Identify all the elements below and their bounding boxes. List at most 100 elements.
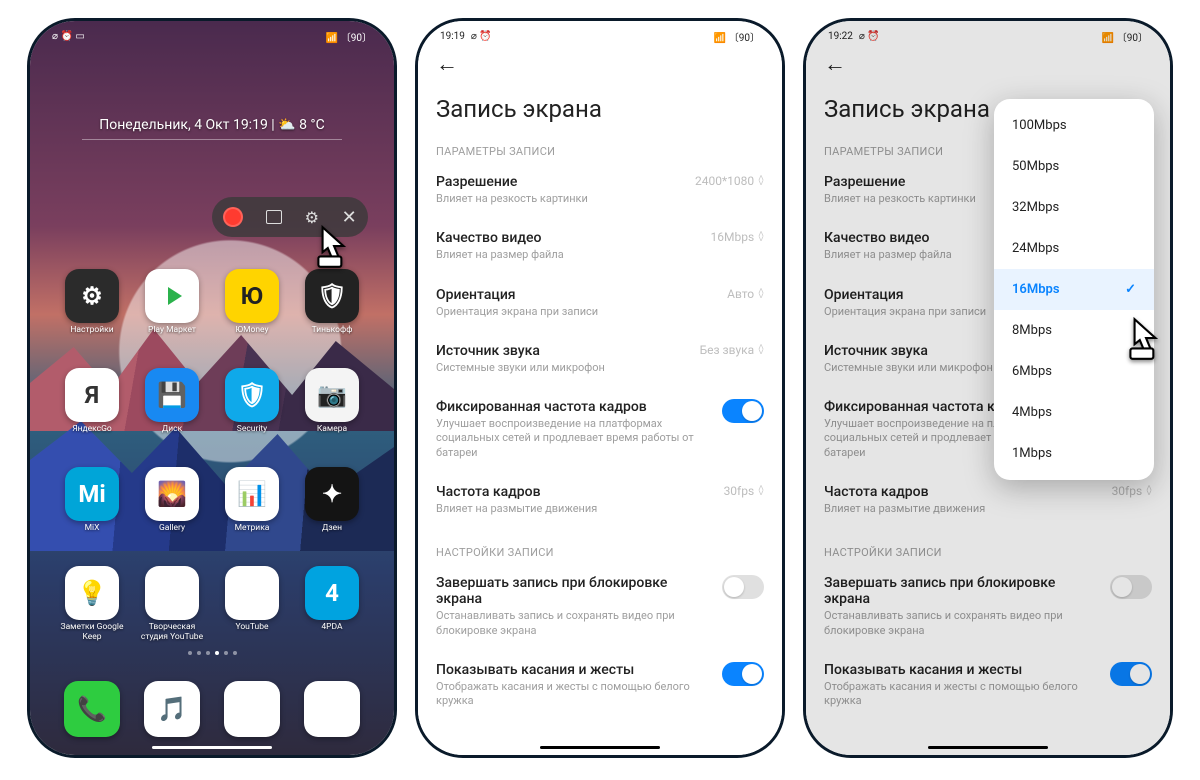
setting-value: 2400*1080˄˅ bbox=[695, 174, 764, 188]
app-диск[interactable]: 💾Диск bbox=[132, 368, 212, 457]
app-label: Метрика bbox=[235, 524, 270, 533]
setting-value: 16Mbps˄˅ bbox=[711, 230, 764, 244]
cursor-pointer-icon bbox=[312, 221, 354, 271]
app-mix[interactable]: Mi MiX bbox=[52, 467, 132, 556]
setting-row[interactable]: РазрешениеВлияет на резкость картинки240… bbox=[418, 162, 782, 218]
setting-title: Частота кадров bbox=[436, 484, 714, 500]
app-label: Настройки bbox=[70, 326, 113, 335]
setting-row[interactable]: Показывать касания и жесты Отображать кас… bbox=[806, 650, 1170, 721]
app-label: Security bbox=[237, 425, 267, 434]
toggle[interactable] bbox=[1110, 662, 1152, 686]
app-label: ЮMoney bbox=[235, 326, 268, 335]
app-icon[interactable]: ⚙ bbox=[65, 269, 119, 323]
dock-app[interactable]: O bbox=[304, 681, 360, 737]
dock-app[interactable]: 🎵 bbox=[144, 681, 200, 737]
bitrate-option[interactable]: 32Mbps bbox=[994, 187, 1154, 228]
app-label: YouTube bbox=[235, 623, 268, 632]
dock-app[interactable]: ✈ bbox=[224, 681, 280, 737]
setting-row[interactable]: Источник звукаСистемные звуки или микроф… bbox=[418, 331, 782, 387]
window-icon[interactable] bbox=[266, 210, 282, 224]
app-юmoney[interactable]: Ю ЮMoney bbox=[212, 269, 292, 358]
app-label: MiX bbox=[85, 524, 100, 533]
chevron-updown-icon: ˄˅ bbox=[1146, 486, 1152, 496]
setting-row[interactable]: ОриентацияОриентация экрана при записиАв… bbox=[418, 275, 782, 331]
app-label: Творческая студия YouTube bbox=[136, 623, 208, 642]
status-left-icons: ⌀ ⏰ bbox=[471, 31, 492, 42]
app-метрика[interactable]: 📊 Метрика bbox=[212, 467, 292, 556]
app-icon[interactable]: 📷 bbox=[305, 368, 359, 422]
status-right-icons: 📶 〔90〕 bbox=[714, 29, 760, 44]
setting-title: Завершать запись при блокировке экрана bbox=[436, 575, 712, 607]
app-icon[interactable]: Mi bbox=[65, 467, 119, 521]
setting-subtitle: Ориентация экрана при записи bbox=[436, 305, 717, 319]
bitrate-option[interactable]: 4Mbps bbox=[994, 392, 1154, 433]
app-label: Камера bbox=[317, 425, 347, 434]
toggle[interactable] bbox=[1110, 575, 1152, 599]
phone-settings-popup: 19:22 ⌀ ⏰ 📶 〔90〕 ← Запись экрана ПАРАМЕТ… bbox=[803, 18, 1173, 758]
app-icon[interactable]: 🛡 bbox=[305, 269, 359, 323]
app-icon[interactable]: ▶ bbox=[225, 566, 279, 620]
toggle[interactable] bbox=[722, 575, 764, 599]
phone-settings: 19:19 ⌀ ⏰ 📶 〔90〕 ← Запись экрана ПАРАМЕТ… bbox=[415, 18, 785, 758]
dock: 📞 🎵 ✈ O bbox=[30, 681, 394, 737]
app-яндексgo[interactable]: ЯЯндексGo bbox=[52, 368, 132, 457]
app-тинькофф[interactable]: 🛡 Тинькофф bbox=[292, 269, 372, 358]
setting-row[interactable]: Частота кадровВлияет на размытие движени… bbox=[806, 472, 1170, 528]
app-icon[interactable]: Ю bbox=[225, 269, 279, 323]
app-security[interactable]: 🛡 Security bbox=[212, 368, 292, 457]
settings-list: РазрешениеВлияет на резкость картинки240… bbox=[418, 162, 782, 528]
setting-row[interactable]: Фиксированная частота кадровУлучшает вос… bbox=[418, 387, 782, 472]
setting-row[interactable]: Завершать запись при блокировке экранаОс… bbox=[806, 563, 1170, 650]
bitrate-option[interactable]: 16Mbps bbox=[994, 269, 1154, 310]
setting-subtitle: Отображать касания и жесты с помощью бел… bbox=[824, 680, 1100, 709]
setting-title: Завершать запись при блокировке экрана bbox=[824, 575, 1100, 607]
bitrate-option[interactable]: 50Mbps bbox=[994, 146, 1154, 187]
chevron-updown-icon: ˄˅ bbox=[758, 345, 764, 355]
app-камера[interactable]: 📷 Камера bbox=[292, 368, 372, 457]
bitrate-option[interactable]: 24Mbps bbox=[994, 228, 1154, 269]
back-button[interactable]: ← bbox=[824, 52, 846, 77]
setting-row[interactable]: Завершать запись при блокировке экранаОс… bbox=[418, 563, 782, 650]
back-button[interactable]: ← bbox=[436, 52, 458, 77]
toggle[interactable] bbox=[722, 399, 764, 423]
app-label: Тинькофф bbox=[312, 326, 353, 335]
status-right-icons: 📶 〔90〕 bbox=[1102, 29, 1148, 44]
app-настройки[interactable]: ⚙ Настройки bbox=[52, 269, 132, 358]
app-icon[interactable]: 🌄 bbox=[145, 467, 199, 521]
status-right: 📶 〔90〕 bbox=[326, 29, 372, 44]
app-icon[interactable]: ✦ bbox=[305, 467, 359, 521]
app-gallery[interactable]: 🌄 Gallery bbox=[132, 467, 212, 556]
app-icon[interactable]: 💡 bbox=[65, 566, 119, 620]
home-indicator[interactable] bbox=[152, 746, 272, 749]
section-header: НАСТРОЙКИ ЗАПИСИ bbox=[418, 528, 782, 563]
setting-row[interactable]: Частота кадровВлияет на размытие движени… bbox=[418, 472, 782, 528]
setting-subtitle: Останавливать запись и сохранять видео п… bbox=[824, 609, 1100, 638]
toggle[interactable] bbox=[722, 662, 764, 686]
home-indicator[interactable] bbox=[540, 746, 660, 749]
app-icon[interactable]: 💾 bbox=[145, 368, 199, 422]
app-icon[interactable] bbox=[145, 269, 199, 323]
weather-widget[interactable]: Понедельник, 4 Окт 19:19 | ⛅ 8 °C bbox=[82, 117, 342, 140]
bitrate-popup[interactable]: 100Mbps50Mbps32Mbps24Mbps16Mbps8Mbps6Mbp… bbox=[994, 99, 1154, 480]
app-play-маркет[interactable]: Play Маркет bbox=[132, 269, 212, 358]
setting-row[interactable]: Качество видеоВлияет на размер файла16Mb… bbox=[418, 218, 782, 274]
setting-row[interactable]: Показывать касания и жестыОтображать кас… bbox=[418, 650, 782, 721]
dock-app[interactable]: 📞 bbox=[64, 681, 120, 737]
app-icon[interactable]: 🛡 bbox=[225, 368, 279, 422]
record-button[interactable] bbox=[223, 207, 243, 227]
app-label: Gallery bbox=[159, 524, 185, 533]
bitrate-option[interactable]: 100Mbps bbox=[994, 105, 1154, 146]
status-time: 19:19 bbox=[440, 31, 465, 42]
cursor-pointer-icon bbox=[1124, 313, 1166, 363]
app-icon[interactable]: 4 bbox=[305, 566, 359, 620]
setting-title: Фиксированная частота кадров bbox=[436, 399, 712, 415]
app-icon[interactable]: ▶ bbox=[145, 566, 199, 620]
setting-title: Показывать касания и жесты bbox=[824, 662, 1100, 678]
section-header: НАСТРОЙКИ ЗАПИСИ bbox=[806, 528, 1170, 563]
status-bar: 19:22 ⌀ ⏰ 📶 〔90〕 bbox=[806, 21, 1170, 47]
bitrate-option[interactable]: 1Mbps bbox=[994, 433, 1154, 474]
app-дзен[interactable]: ✦Дзен bbox=[292, 467, 372, 556]
app-icon[interactable]: Я bbox=[65, 368, 119, 422]
section-header: ПАРАМЕТРЫ ЗАПИСИ bbox=[418, 127, 782, 162]
app-icon[interactable]: 📊 bbox=[225, 467, 279, 521]
